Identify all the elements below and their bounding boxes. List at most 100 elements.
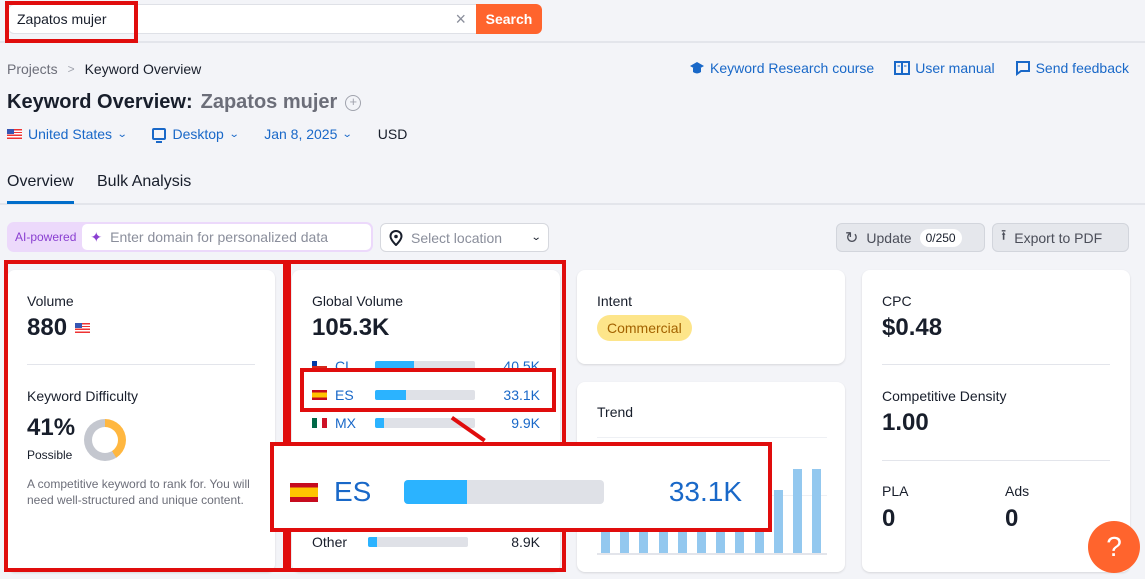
location-placeholder: Select location [411, 229, 503, 246]
ads-label: Ads [1005, 483, 1030, 499]
date-selector[interactable]: Jan 8, 2025 ⌄ [264, 126, 354, 142]
date-label: Jan 8, 2025 [264, 126, 338, 142]
close-icon[interactable]: × [455, 10, 466, 28]
chevron-down-icon: ⌄ [116, 128, 128, 140]
page-title: Keyword Overview: Zapatos mujer + [7, 91, 362, 114]
other-volume: 8.9K [511, 534, 540, 550]
global-volume-label: Global Volume [312, 293, 404, 309]
cpc-label: CPC [882, 293, 912, 309]
tab-bulk-analysis[interactable]: Bulk Analysis [97, 173, 191, 201]
update-label: Update [866, 229, 912, 246]
page-title-keyword: Zapatos mujer [200, 91, 338, 113]
add-to-list-icon[interactable]: + [345, 94, 362, 111]
country-code: ES [335, 387, 354, 403]
book-icon [894, 61, 911, 75]
country-bar-track [375, 361, 475, 371]
send-feedback-link[interactable]: Send feedback [1015, 60, 1129, 76]
spain-flag-icon [290, 482, 318, 502]
magnified-country-code: ES [334, 476, 372, 507]
keyword-difficulty-level: Possible [27, 448, 73, 462]
trend-bar[interactable] [812, 468, 822, 553]
magnified-country-volume: 33.1K [668, 476, 742, 507]
volume-card: Volume 880 Keyword Difficulty 41% Possib… [7, 270, 275, 572]
intent-badge: Commercial [597, 315, 692, 341]
volume-label: Volume [27, 293, 74, 309]
trend-bar[interactable] [793, 468, 802, 553]
pla-value: 0 [882, 505, 896, 532]
domain-input[interactable]: ✦ Enter domain for personalized data [82, 224, 371, 250]
trend-label: Trend [597, 404, 634, 420]
ads-value: 0 [1005, 505, 1019, 532]
location-select[interactable]: Select location ⌄ [380, 223, 549, 252]
top-search-bar: Zapatos mujer × Search [0, 0, 1145, 43]
chevron-down-icon: ⌄ [342, 128, 354, 140]
chevron-down-icon: ⌄ [228, 128, 240, 140]
ai-domain-input-group: AI-powered ✦ Enter domain for personaliz… [7, 222, 373, 252]
country-code: MX [335, 415, 356, 431]
device-selector[interactable]: Desktop ⌄ [152, 126, 240, 143]
keyword-research-course-label: Keyword Research course [710, 60, 875, 76]
device-label: Desktop [172, 126, 224, 142]
keyword-difficulty-description: A competitive keyword to rank for. You w… [27, 477, 250, 507]
gridline [597, 437, 827, 438]
cpc-card: CPC $0.48 Competitive Density 1.00 PLA 0… [862, 270, 1130, 572]
export-pdf-button[interactable]: ⭱ Export to PDF [992, 223, 1129, 252]
ai-powered-label: AI-powered [15, 230, 77, 244]
intent-card: Intent Commercial [577, 270, 845, 364]
page-title-prefix: Keyword Overview: [7, 91, 193, 113]
us-flag-icon [7, 129, 22, 139]
divider [27, 364, 255, 365]
magnified-es-row: ES 33.1K [270, 442, 772, 532]
country-bar-fill [375, 390, 407, 400]
spain-flag-icon [312, 390, 327, 400]
keyword-search-input[interactable]: Zapatos mujer × [8, 4, 476, 34]
breadcrumb-projects[interactable]: Projects [7, 61, 58, 77]
graduation-cap-icon [690, 62, 705, 74]
help-links: Keyword Research course User manual Send… [689, 60, 1129, 76]
chile-flag-icon [312, 361, 327, 371]
cpc-value: $0.48 [882, 314, 943, 341]
breadcrumb-keyword-overview: Keyword Overview [84, 61, 202, 77]
magnified-country-row: ES 33.1K [290, 476, 750, 508]
intent-label: Intent [597, 293, 633, 309]
tabs: Overview Bulk Analysis [0, 165, 1145, 205]
divider [882, 460, 1110, 461]
domain-input-placeholder: Enter domain for personalized data [110, 229, 329, 245]
search-button[interactable]: Search [476, 4, 542, 34]
chevron-right-icon: > [67, 62, 75, 76]
country-volume: 40.5K [503, 358, 540, 374]
divider [882, 364, 1110, 365]
search-input-value: Zapatos mujer [17, 11, 107, 27]
location-pin-icon [389, 229, 403, 246]
user-manual-link[interactable]: User manual [894, 60, 995, 76]
refresh-icon: ↻ [845, 229, 859, 247]
mexico-flag-icon [312, 418, 327, 428]
country-bar-fill [368, 537, 377, 547]
difficulty-donut-chart [84, 419, 126, 461]
tab-overview[interactable]: Overview [7, 173, 74, 204]
country-bar-track [375, 390, 475, 400]
filters-row: United States ⌄ Desktop ⌄ Jan 8, 2025 ⌄ … [7, 126, 408, 143]
us-flag-icon [75, 323, 91, 333]
message-icon [1015, 61, 1030, 76]
country-bar-fill [375, 361, 414, 371]
competitive-density-label: Competitive Density [882, 388, 1007, 404]
country-row-es[interactable]: ES 33.1K [312, 387, 540, 403]
desktop-icon [152, 128, 167, 143]
country-row-mx[interactable]: MX 9.9K [312, 415, 540, 431]
pla-label: PLA [882, 483, 909, 499]
trend-bar[interactable] [773, 490, 783, 553]
update-button[interactable]: ↻ Update 0/250 [836, 223, 985, 252]
country-volume: 9.9K [511, 415, 540, 431]
keyword-research-course-link[interactable]: Keyword Research course [689, 60, 874, 76]
currency-label: USD [377, 126, 408, 142]
magnified-bar-track [404, 480, 604, 504]
help-button[interactable]: ? [1088, 521, 1140, 573]
country-selector[interactable]: United States ⌄ [7, 126, 128, 142]
breadcrumb: Projects > Keyword Overview [7, 61, 201, 77]
volume-value: 880 [27, 314, 68, 341]
competitive-density-value: 1.00 [882, 409, 929, 436]
country-row-cl[interactable]: CL 40.5K [312, 358, 540, 374]
keyword-difficulty-value: 41% [27, 414, 76, 441]
keyword-difficulty-label: Keyword Difficulty [27, 388, 139, 404]
